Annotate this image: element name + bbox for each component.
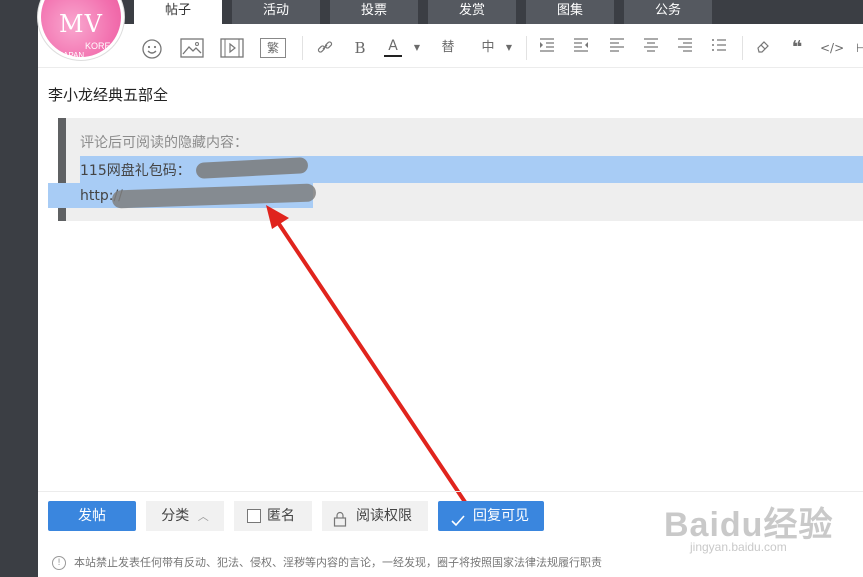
traditional-chinese-button[interactable]: 繁 [260, 38, 286, 58]
bold-button[interactable]: B [350, 38, 370, 58]
image-icon[interactable] [180, 38, 204, 58]
code-icon[interactable]: </> [820, 38, 844, 58]
outdent-icon[interactable] [572, 38, 590, 58]
tab-post[interactable]: 帖子 [134, 0, 222, 24]
ordered-list-icon[interactable] [710, 38, 728, 58]
watermark-url: jingyan.baidu.com [690, 540, 787, 554]
avatar-logo-text: MV [59, 10, 103, 38]
indent-icon[interactable] [538, 38, 556, 58]
tab-affairs[interactable]: 公务 [624, 0, 712, 24]
category-label: 分类 [161, 508, 190, 524]
tab-gallery[interactable]: 图集 [526, 0, 614, 24]
bottom-bar-border [38, 491, 863, 492]
hidden-content-label: 评论后可阅读的隐藏内容： [80, 135, 248, 151]
disclaimer-text: 本站禁止发表任何带有反动、犯法、侵权、淫秽等内容的言论，一经发现，圈子将按照国家… [74, 556, 602, 569]
align-left-icon[interactable] [608, 38, 626, 58]
watermark-logo: Baidu经验 [664, 506, 834, 544]
font-size-dropdown-icon[interactable]: ▼ [504, 38, 514, 58]
more-tools-icon[interactable]: ⊢ [856, 38, 863, 58]
lock-icon [333, 508, 347, 538]
left-sidebar-strip [0, 0, 38, 577]
align-center-icon[interactable] [642, 38, 660, 58]
emoji-icon[interactable] [140, 38, 164, 59]
disclaimer: ! 本站禁止发表任何带有反动、犯法、侵权、淫秽等内容的言论，一经发现，圈子将按照国… [52, 554, 602, 570]
font-size-button[interactable]: 中 [478, 38, 498, 58]
post-button[interactable]: 发帖 [48, 501, 136, 531]
reply-visible-label: 回复可见 [473, 508, 529, 524]
toolbar-bottom-border [38, 67, 863, 68]
category-button[interactable]: 分类 ︿ [146, 501, 224, 531]
font-color-dropdown-icon[interactable]: ▼ [412, 38, 422, 58]
tab-activity[interactable]: 活动 [232, 0, 320, 24]
gift-code-line[interactable]: 115网盘礼包码： [80, 160, 191, 180]
reply-visible-button[interactable]: 回复可见 [438, 501, 544, 531]
align-right-icon[interactable] [676, 38, 694, 58]
quote-icon[interactable]: ❝ [788, 38, 806, 58]
chevron-up-icon: ︿ [197, 510, 209, 523]
anonymous-toggle[interactable]: 匿名 [234, 501, 312, 531]
avatar-logo-korea: KOREA [85, 41, 117, 51]
toolbar-divider [742, 36, 743, 60]
read-permission-label: 阅读权限 [356, 508, 412, 524]
anonymous-checkbox[interactable] [247, 509, 261, 523]
toolbar-divider [302, 36, 303, 60]
tab-reward[interactable]: 发赏 [428, 0, 516, 24]
editor-toolbar: 繁 B A ▼ 替 中 ▼ ❝ </> ⊢ [130, 28, 863, 68]
tab-vote[interactable]: 投票 [330, 0, 418, 24]
checkmark-icon [450, 509, 466, 539]
read-permission-button[interactable]: 阅读权限 [322, 501, 428, 531]
anonymous-label: 匿名 [267, 508, 295, 524]
video-icon[interactable] [220, 38, 244, 58]
font-color-button[interactable]: A [384, 38, 402, 57]
eraser-icon[interactable] [754, 38, 772, 58]
avatar-logo-japan: JAPAN [59, 51, 85, 60]
link-icon[interactable] [314, 38, 336, 58]
post-title[interactable]: 李小龙经典五部全 [48, 84, 168, 105]
toolbar-divider [526, 36, 527, 60]
avatar-image: MV KOREA JAPAN [41, 0, 121, 60]
info-icon: ! [52, 556, 66, 570]
replace-button[interactable]: 替 [438, 38, 458, 58]
